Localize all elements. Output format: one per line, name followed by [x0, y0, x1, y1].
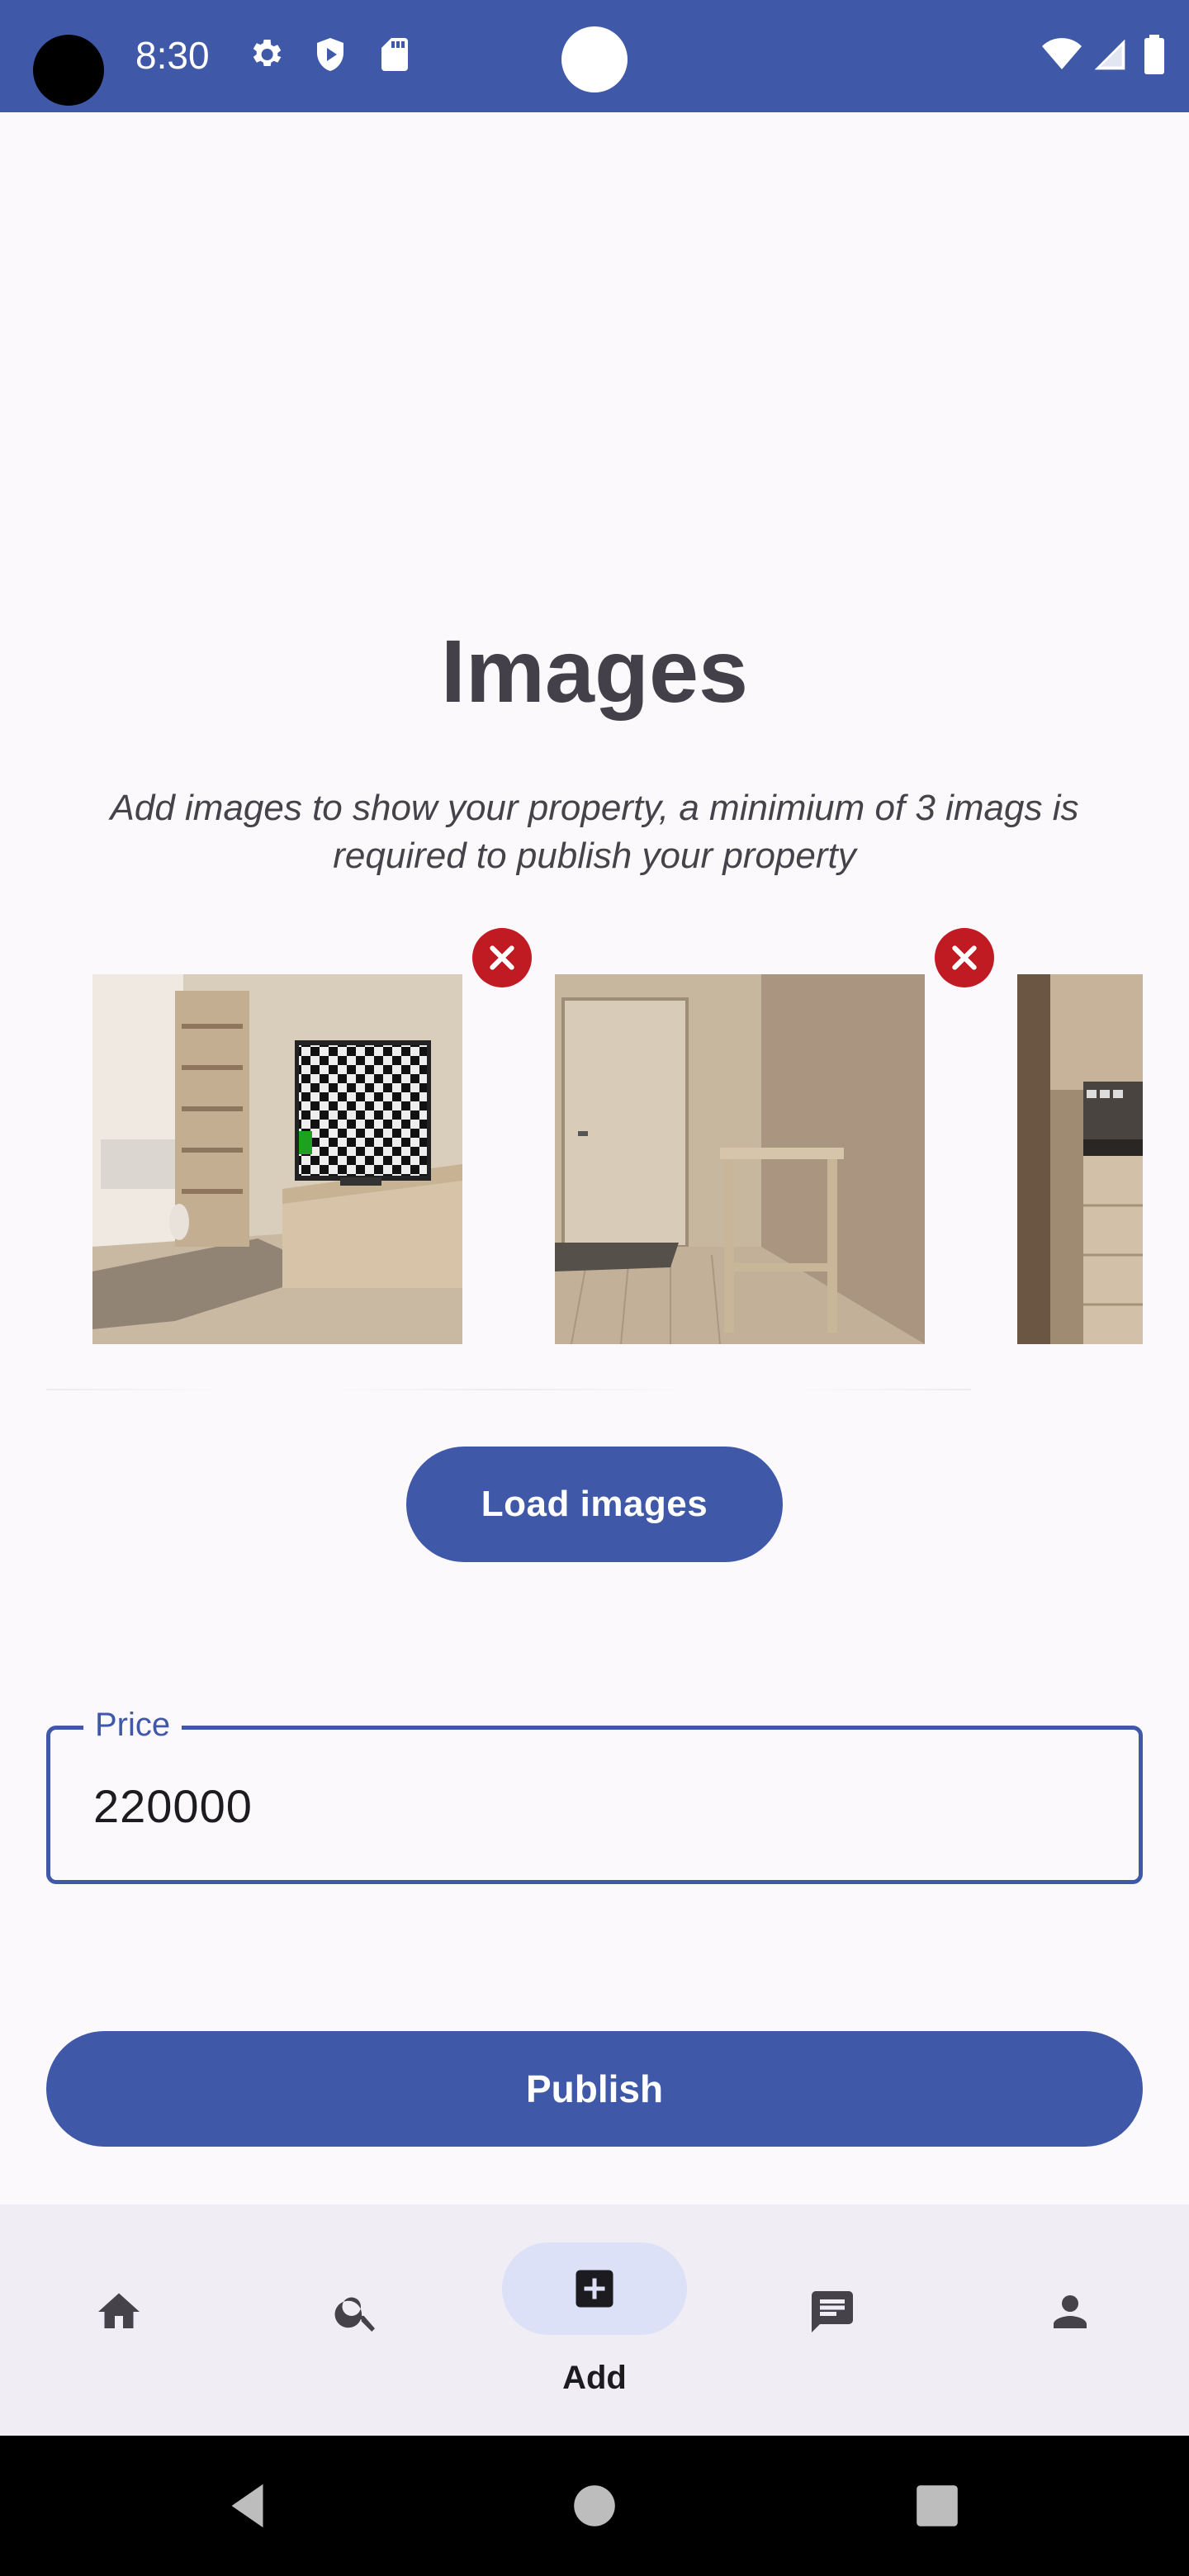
- price-field[interactable]: Price 220000: [46, 1707, 1143, 1884]
- page-title: Images: [440, 621, 749, 721]
- signal-icon: [1094, 39, 1125, 70]
- nav-item-profile[interactable]: [951, 2204, 1189, 2436]
- home-button-icon[interactable]: [566, 2477, 623, 2535]
- status-bar: 8:30: [0, 0, 1189, 112]
- settings-icon: [253, 40, 282, 66]
- notification-dot: [561, 26, 628, 92]
- kitchen-photo: [1017, 974, 1143, 1344]
- price-field-value[interactable]: 220000: [93, 1779, 253, 1833]
- search-icon: [334, 2297, 375, 2332]
- gallery-card: [46, 928, 532, 1390]
- page-subtitle: Add images to show your property, a mini…: [110, 788, 1079, 876]
- add-icon: [576, 2270, 613, 2308]
- system-navigation-bar: [0, 2436, 1189, 2576]
- living-room-photo: [92, 974, 462, 1344]
- price-field-label: Price: [83, 1707, 182, 1744]
- nav-active-indicator: [502, 2242, 687, 2335]
- camera-cutout: [33, 35, 104, 106]
- sd-card-icon: [381, 38, 408, 71]
- home-icon: [98, 2293, 140, 2328]
- bottom-navigation: Add: [0, 2204, 1189, 2436]
- card-divider: [46, 1389, 509, 1390]
- nav-item-search[interactable]: [238, 2204, 476, 2436]
- nav-item-label: Add: [562, 2360, 627, 2396]
- nav-item-add[interactable]: Add: [476, 2204, 713, 2436]
- gallery-card: [509, 928, 994, 1390]
- back-icon[interactable]: [220, 2477, 277, 2535]
- image-gallery[interactable]: [46, 928, 1189, 1390]
- recents-icon[interactable]: [908, 2477, 966, 2535]
- card-divider: [509, 1389, 971, 1390]
- status-time: 8:30: [135, 34, 210, 77]
- person-icon: [1054, 2295, 1087, 2328]
- load-images-button[interactable]: Load images: [406, 1447, 783, 1562]
- chat-icon: [812, 2291, 853, 2332]
- gallery-card: [971, 928, 1189, 1390]
- nav-item-messages[interactable]: [713, 2204, 951, 2436]
- wifi-icon: [1042, 38, 1082, 69]
- publish-button[interactable]: Publish: [46, 2031, 1143, 2147]
- battery-icon: [1144, 35, 1164, 74]
- hallway-photo: [555, 974, 925, 1344]
- nav-item-home[interactable]: [0, 2204, 238, 2436]
- shield-icon: [317, 38, 343, 71]
